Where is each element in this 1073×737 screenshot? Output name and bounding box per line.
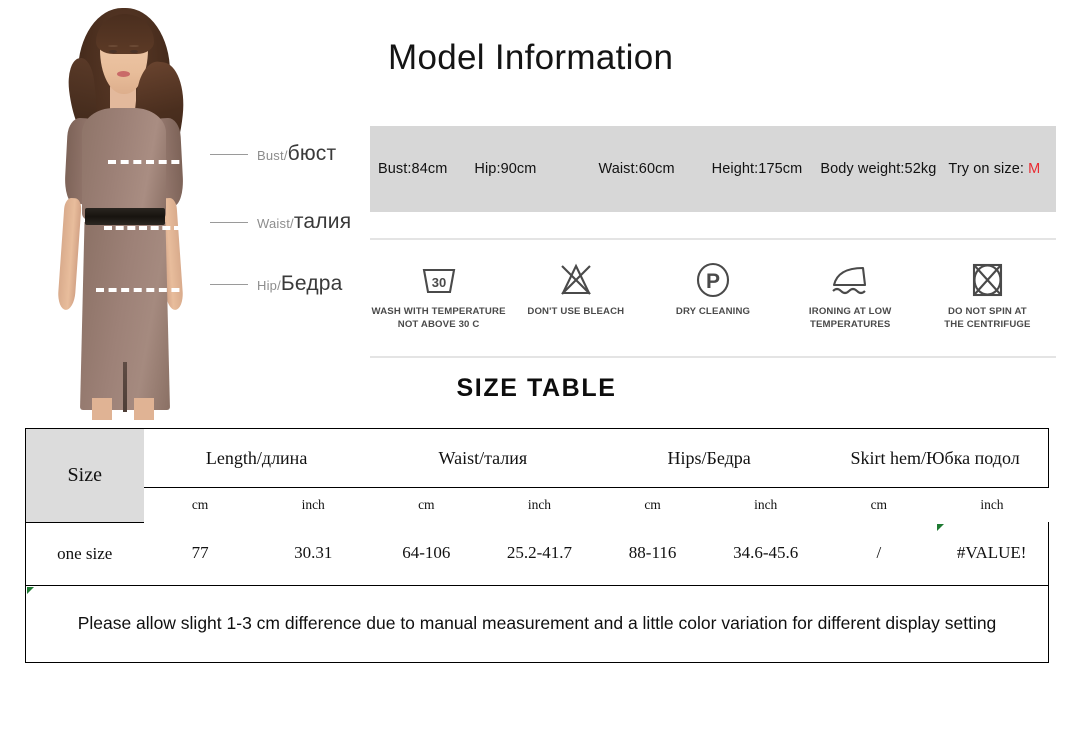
cell-hips-inch: 34.6-45.6 (733, 543, 799, 563)
leader-line-hip (210, 284, 248, 285)
care-item-bleach: DON'T USE BLEACH (507, 240, 644, 319)
callout-hip: Hip/ Бедра (210, 272, 343, 296)
size-table: Size Length/длина Waist/талия Hips/Бедра… (25, 428, 1050, 663)
cell-length-inch: 30.31 (294, 543, 333, 563)
unit-hips-inch: inch (754, 497, 778, 512)
measurement-line-hip (96, 288, 192, 292)
care-symbols-row: 30 WASH WITH TEMPERATURE NOT ABOVE 30 C D… (370, 238, 1056, 358)
header-hips: Hips/Бедра (596, 428, 823, 488)
measurement-note-text: Please allow slight 1-3 cm difference du… (77, 612, 997, 633)
model-measurement-bar: Bust:84cm Hip:90cm Waist:60cm Height:175… (370, 126, 1056, 212)
header-length: Length/длина (143, 428, 370, 488)
svg-text:30: 30 (431, 275, 445, 290)
unit-waist-inch: inch (527, 497, 552, 512)
care-label-wash: WASH WITH TEMPERATURE NOT ABOVE 30 C (371, 306, 506, 330)
callout-bust: Bust/ бюст (210, 142, 336, 166)
model-lips (117, 71, 130, 77)
model-height-value: Height:175cm (711, 161, 803, 177)
care-item-ironing: IRONING AT LOW TEMPERATURES (782, 240, 919, 331)
callout-waist-ru: талия (293, 210, 352, 233)
cell-skirt-cm: / (876, 543, 882, 563)
no-spin-centrifuge-icon (966, 259, 1008, 301)
callout-waist: Waist/ талия (210, 210, 351, 234)
model-hip-value: Hip:90cm (474, 161, 537, 177)
care-item-no-spin: DO NOT SPIN AT THE CENTRIFUGE (919, 240, 1056, 331)
cell-waist-inch: 25.2-41.7 (506, 543, 573, 563)
header-waist: Waist/талия (369, 428, 596, 488)
iron-low-temperature-icon (827, 259, 873, 301)
measurement-note: Please allow slight 1-3 cm difference du… (25, 584, 1049, 663)
measurement-line-waist (104, 226, 182, 230)
measurement-line-bust (108, 160, 192, 164)
model-weight-value: Body weight:52kg (820, 161, 937, 177)
try-on-size-value: M (1028, 161, 1041, 177)
model-eye-left (109, 50, 117, 53)
header-skirt-hem: Skirt hem/Юбка подол (822, 428, 1050, 488)
table-row: one size 77 30.31 64-106 25.2-41.7 88-11… (25, 522, 1050, 586)
unit-length-inch: inch (301, 497, 325, 512)
model-waist-value: Waist:60cm (598, 161, 675, 177)
model-eyebrow-left (108, 45, 118, 47)
callout-bust-ru: бюст (287, 142, 337, 165)
model-bust-value: Bust:84cm (378, 161, 448, 177)
table-note-row: Please allow slight 1-3 cm difference du… (25, 584, 1049, 663)
dress-bodice (82, 108, 166, 220)
row-size-label: one size (25, 522, 144, 586)
model-photo (30, 0, 210, 420)
cell-skirt-inch-value: #VALUE! (956, 543, 1027, 563)
care-label-dry-clean: DRY CLEANING (675, 306, 751, 317)
care-label-ironing: IRONING AT LOW TEMPERATURES (808, 306, 892, 330)
unit-hips-cm: cm (644, 497, 661, 512)
cell-hips-cm: 88-116 (628, 543, 677, 563)
table-header-row: Size Length/длина Waist/талия Hips/Бедра… (25, 428, 1050, 523)
page-title: Model Information (388, 38, 674, 77)
no-bleach-triangle-icon (555, 259, 597, 301)
callout-waist-en: Waist/ (257, 216, 294, 231)
table-unit-row: cm inch cm inch cm inch cm inch (26, 488, 1049, 523)
care-label-no-spin: DO NOT SPIN AT THE CENTRIFUGE (944, 306, 1031, 330)
wash-tub-30-icon: 30 (418, 259, 460, 301)
dress-belt (85, 208, 165, 225)
svg-text:P: P (706, 270, 720, 293)
leader-line-bust (210, 154, 248, 155)
unit-waist-cm: cm (418, 497, 435, 512)
callout-hip-ru: Бедра (280, 272, 343, 295)
unit-length-cm: cm (191, 497, 209, 512)
cell-waist-cm: 64-106 (402, 543, 451, 563)
care-label-bleach: DON'T USE BLEACH (527, 306, 625, 317)
leader-line-waist (210, 222, 248, 223)
care-item-dry-clean: P DRY CLEANING (644, 240, 781, 319)
error-flag-icon (937, 524, 945, 531)
unit-skirt-cm: cm (870, 497, 888, 512)
try-on-size-label: Try on size: (948, 161, 1025, 177)
size-table-heading: SIZE TABLE (456, 374, 617, 402)
model-eyebrow-right (129, 45, 139, 47)
model-eye-right (130, 50, 138, 53)
callout-bust-en: Bust/ (257, 148, 288, 163)
unit-skirt-inch: inch (980, 497, 1004, 512)
try-on-size: Try on size: M (948, 161, 1040, 177)
care-item-wash: 30 WASH WITH TEMPERATURE NOT ABOVE 30 C (370, 240, 507, 331)
header-size: Size (25, 428, 144, 523)
cell-skirt-inch: #VALUE! (935, 522, 1050, 585)
cell-length-cm: 77 (191, 543, 209, 563)
note-error-flag-icon (27, 586, 34, 594)
callout-hip-en: Hip/ (257, 278, 281, 293)
dry-clean-circle-p-icon: P (692, 259, 734, 301)
